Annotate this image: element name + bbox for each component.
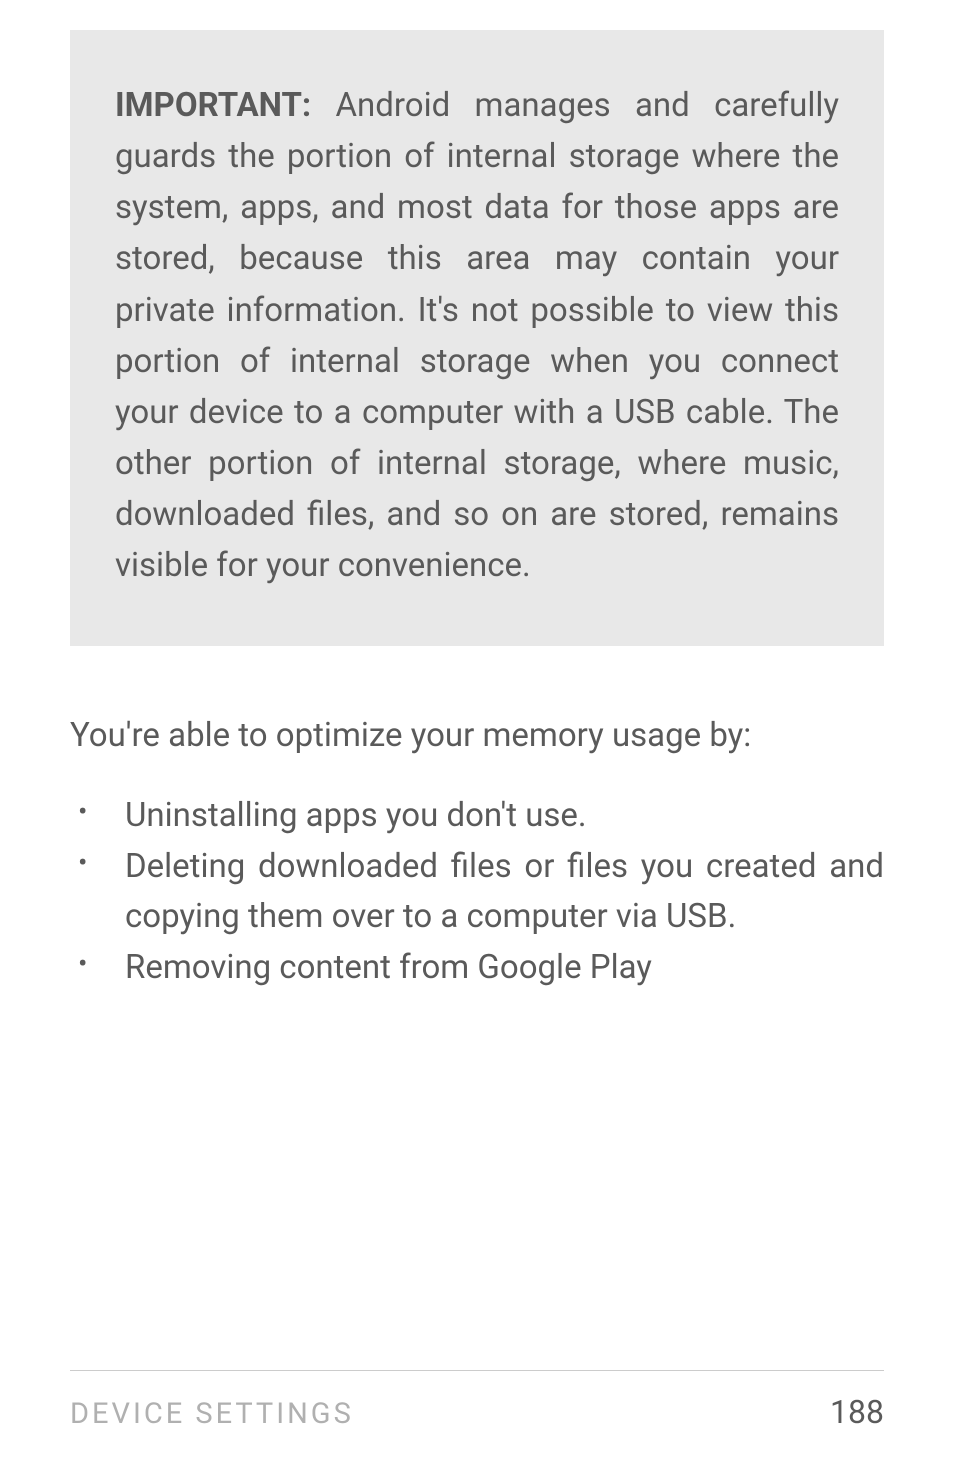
callout-label: IMPORTANT: bbox=[115, 86, 311, 125]
list-item: Deleting downloaded files or files you c… bbox=[70, 842, 884, 941]
intro-text: You're able to optimize your memory usag… bbox=[70, 711, 884, 761]
footer-section-title: DEVICE SETTINGS bbox=[70, 1397, 354, 1431]
callout-paragraph: IMPORTANT: Android manages and carefully… bbox=[115, 80, 839, 591]
footer-page-number: 188 bbox=[830, 1393, 884, 1431]
page-footer: DEVICE SETTINGS 188 bbox=[70, 1370, 884, 1431]
important-callout: IMPORTANT: Android manages and carefully… bbox=[70, 30, 884, 646]
list-item: Removing content from Google Play bbox=[70, 943, 884, 993]
bullet-list: Uninstalling apps you don't use. Deletin… bbox=[70, 791, 884, 995]
callout-body: Android manages and carefully guards the… bbox=[115, 86, 839, 585]
list-item: Uninstalling apps you don't use. bbox=[70, 791, 884, 841]
